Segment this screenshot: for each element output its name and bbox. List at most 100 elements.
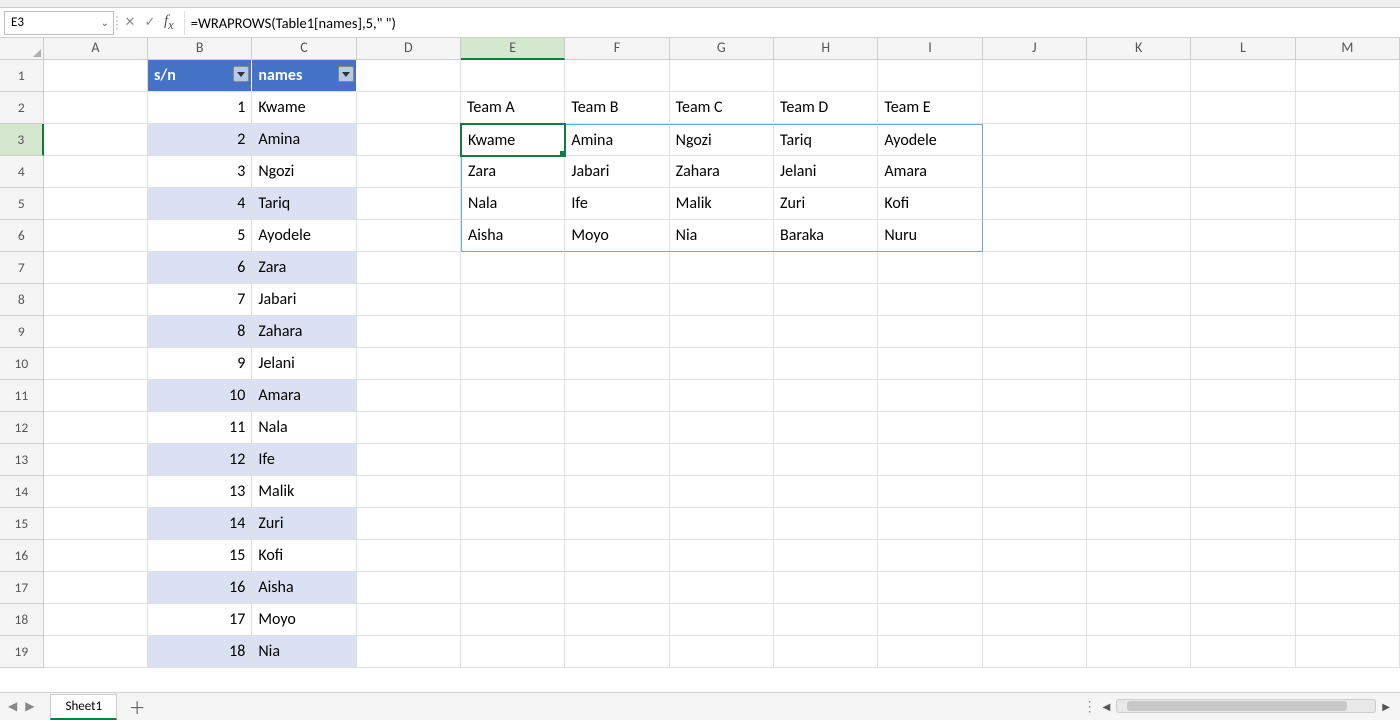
cell-A3[interactable]: [44, 124, 148, 156]
cell-D6[interactable]: [357, 220, 461, 252]
cell-C16[interactable]: Kofi: [252, 540, 356, 572]
formula-input[interactable]: =WRAPROWS(Table1[names],5," "): [184, 11, 1396, 35]
cancel-icon[interactable]: ✕: [120, 11, 140, 35]
cell-H3[interactable]: Tariq: [774, 124, 878, 156]
cell-C6[interactable]: Ayodele: [252, 220, 356, 252]
cell-J1[interactable]: [983, 60, 1087, 92]
cell-J17[interactable]: [983, 572, 1087, 604]
col-header-J[interactable]: J: [983, 38, 1087, 60]
cell-F16[interactable]: [565, 540, 669, 572]
tab-options-icon[interactable]: ⋮: [1083, 698, 1097, 715]
cell-E18[interactable]: [461, 604, 565, 636]
cell-E6[interactable]: Aisha: [461, 220, 565, 252]
row-header[interactable]: 3: [0, 124, 44, 156]
cell-D3[interactable]: [357, 124, 461, 156]
cell-L15[interactable]: [1191, 508, 1295, 540]
cell-D2[interactable]: [357, 92, 461, 124]
cell-L5[interactable]: [1191, 188, 1295, 220]
cell-G5[interactable]: Malik: [670, 188, 774, 220]
cell-K11[interactable]: [1087, 380, 1191, 412]
cell-H9[interactable]: [774, 316, 878, 348]
cell-I8[interactable]: [878, 284, 982, 316]
cell-G15[interactable]: [670, 508, 774, 540]
cell-H11[interactable]: [774, 380, 878, 412]
cell-A15[interactable]: [44, 508, 148, 540]
col-header-I[interactable]: I: [878, 38, 982, 60]
cell-M10[interactable]: [1296, 348, 1400, 380]
cell-G14[interactable]: [670, 476, 774, 508]
col-header-K[interactable]: K: [1087, 38, 1191, 60]
cell-K14[interactable]: [1087, 476, 1191, 508]
cell-J14[interactable]: [983, 476, 1087, 508]
cell-F1[interactable]: [565, 60, 669, 92]
cell-M15[interactable]: [1296, 508, 1400, 540]
cell-H15[interactable]: [774, 508, 878, 540]
cell-B12[interactable]: 11: [148, 412, 252, 444]
cell-K17[interactable]: [1087, 572, 1191, 604]
cell-I2[interactable]: Team E: [878, 92, 982, 124]
name-box-chevron-icon[interactable]: ⌄: [101, 16, 109, 29]
scroll-left-icon[interactable]: ◀: [1101, 700, 1113, 713]
cell-I11[interactable]: [878, 380, 982, 412]
cell-L8[interactable]: [1191, 284, 1295, 316]
cell-A19[interactable]: [44, 636, 148, 668]
col-header-F[interactable]: F: [565, 38, 669, 60]
cell-J12[interactable]: [983, 412, 1087, 444]
cell-E17[interactable]: [461, 572, 565, 604]
row-header[interactable]: 4: [0, 156, 44, 188]
cell-D12[interactable]: [357, 412, 461, 444]
row-header[interactable]: 11: [0, 380, 44, 412]
cell-K8[interactable]: [1087, 284, 1191, 316]
cell-K16[interactable]: [1087, 540, 1191, 572]
cell-C4[interactable]: Ngozi: [252, 156, 356, 188]
cell-A16[interactable]: [44, 540, 148, 572]
cell-A12[interactable]: [44, 412, 148, 444]
cell-G7[interactable]: [670, 252, 774, 284]
cell-E12[interactable]: [461, 412, 565, 444]
cell-G4[interactable]: Zahara: [670, 156, 774, 188]
cell-J16[interactable]: [983, 540, 1087, 572]
cell-K6[interactable]: [1087, 220, 1191, 252]
cell-E19[interactable]: [461, 636, 565, 668]
cell-I3[interactable]: Ayodele: [878, 124, 982, 156]
cell-E3[interactable]: Kwame: [461, 124, 565, 156]
cell-J7[interactable]: [983, 252, 1087, 284]
cell-F12[interactable]: [565, 412, 669, 444]
col-header-G[interactable]: G: [670, 38, 774, 60]
cell-H1[interactable]: [774, 60, 878, 92]
cell-M5[interactable]: [1296, 188, 1400, 220]
cell-M2[interactable]: [1296, 92, 1400, 124]
cell-K3[interactable]: [1087, 124, 1191, 156]
cell-K19[interactable]: [1087, 636, 1191, 668]
cell-G8[interactable]: [670, 284, 774, 316]
cell-B8[interactable]: 7: [148, 284, 252, 316]
row-header[interactable]: 14: [0, 476, 44, 508]
cell-A17[interactable]: [44, 572, 148, 604]
cell-I19[interactable]: [878, 636, 982, 668]
spreadsheet-grid[interactable]: A B C D E F G H I J K L M 1s/nnames21Kwa…: [0, 38, 1400, 684]
cell-D8[interactable]: [357, 284, 461, 316]
cell-D7[interactable]: [357, 252, 461, 284]
cell-F14[interactable]: [565, 476, 669, 508]
cell-K9[interactable]: [1087, 316, 1191, 348]
cell-L18[interactable]: [1191, 604, 1295, 636]
cell-H10[interactable]: [774, 348, 878, 380]
cell-J15[interactable]: [983, 508, 1087, 540]
cell-G18[interactable]: [670, 604, 774, 636]
cell-I16[interactable]: [878, 540, 982, 572]
cell-H7[interactable]: [774, 252, 878, 284]
cell-I6[interactable]: Nuru: [878, 220, 982, 252]
cell-B17[interactable]: 16: [148, 572, 252, 604]
cell-B3[interactable]: 2: [148, 124, 252, 156]
cell-F15[interactable]: [565, 508, 669, 540]
cell-E1[interactable]: [461, 60, 565, 92]
cell-L2[interactable]: [1191, 92, 1295, 124]
cell-C18[interactable]: Moyo: [252, 604, 356, 636]
cell-I4[interactable]: Amara: [878, 156, 982, 188]
cell-D4[interactable]: [357, 156, 461, 188]
cell-J19[interactable]: [983, 636, 1087, 668]
cell-L16[interactable]: [1191, 540, 1295, 572]
row-header[interactable]: 15: [0, 508, 44, 540]
cell-B13[interactable]: 12: [148, 444, 252, 476]
table-filter-icon[interactable]: [338, 66, 354, 82]
